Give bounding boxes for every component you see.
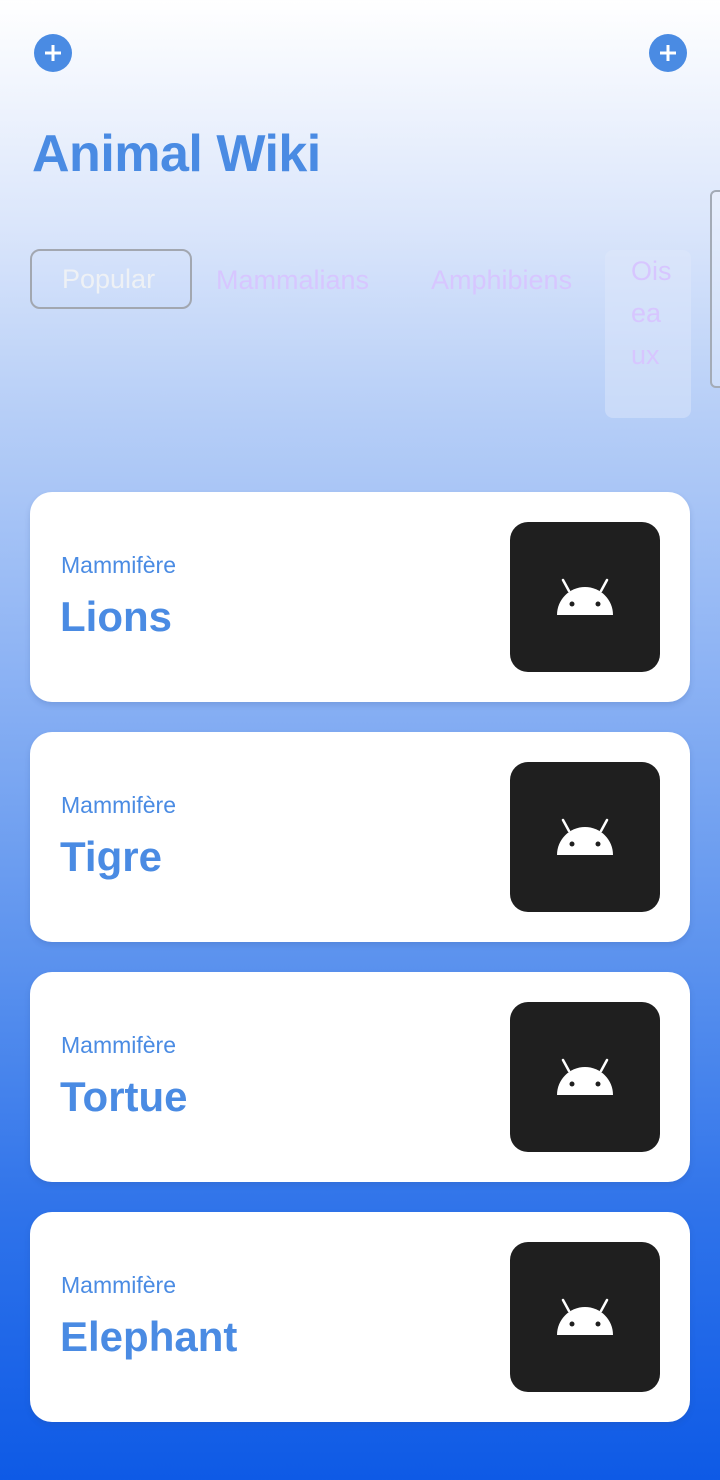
animal-name: Lions: [60, 593, 172, 640]
animal-category: Mammifère: [61, 792, 177, 818]
add-button-right[interactable]: [649, 34, 687, 72]
animal-thumbnail: [510, 762, 660, 912]
add-button-left[interactable]: [34, 34, 72, 72]
animal-card-elephant[interactable]: Mammifère Elephant: [30, 1212, 690, 1422]
animal-name: Tigre: [60, 833, 162, 880]
plus-icon: [45, 45, 61, 61]
filter-chip-amphibiens[interactable]: Amphibiens: [431, 258, 572, 302]
filter-chip-oiseaux[interactable]: Oiseaux: [605, 250, 691, 418]
animal-card-tigre[interactable]: Mammifère Tigre: [30, 732, 690, 942]
status-bar: [0, 0, 720, 46]
animal-category: Mammifère: [61, 552, 177, 578]
android-icon: [557, 1298, 613, 1335]
animal-card-lions[interactable]: Mammifère Lions: [30, 492, 690, 702]
android-icon: [557, 1058, 613, 1095]
android-icon: [557, 818, 613, 855]
animal-card-tortue[interactable]: Mammifère Tortue: [30, 972, 690, 1182]
filter-chip-popular[interactable]: Popular: [30, 249, 192, 309]
filter-chip-mammalians[interactable]: Mammalians: [216, 258, 369, 302]
animal-category: Mammifère: [61, 1032, 177, 1058]
page-title: Animal Wiki: [32, 125, 321, 183]
plus-icon: [660, 45, 676, 61]
scroll-indicator[interactable]: [710, 190, 720, 388]
animal-thumbnail: [510, 1242, 660, 1392]
animal-thumbnail: [510, 522, 660, 672]
animal-thumbnail: [510, 1002, 660, 1152]
animal-name: Tortue: [60, 1073, 188, 1120]
animal-name: Elephant: [60, 1313, 238, 1360]
android-icon: [557, 578, 613, 615]
animal-category: Mammifère: [61, 1272, 177, 1298]
